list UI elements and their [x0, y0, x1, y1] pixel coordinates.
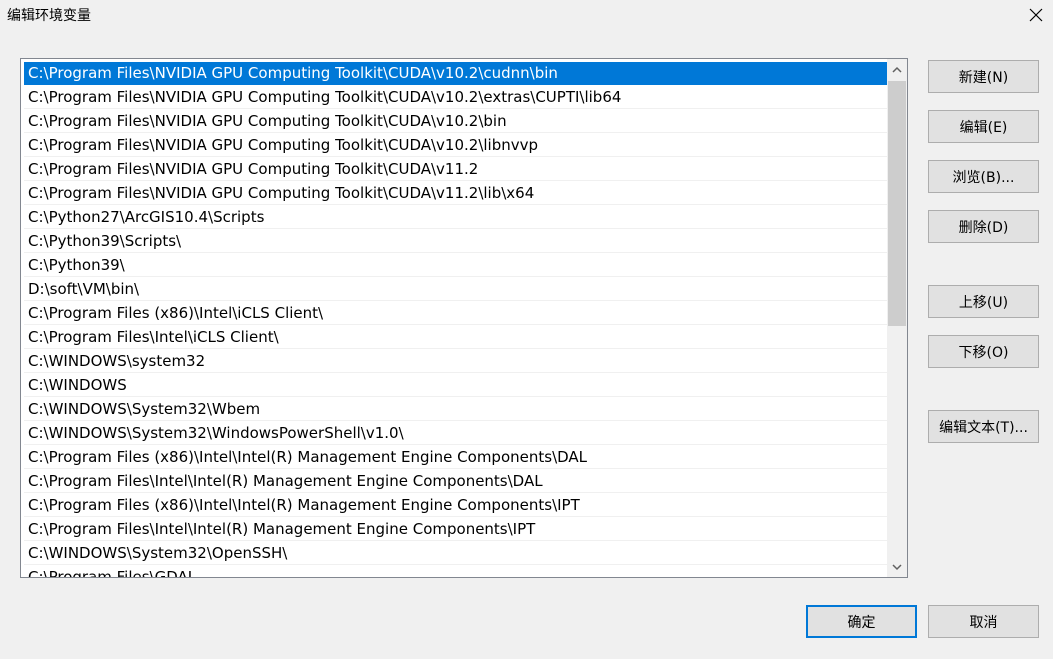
close-icon: [1029, 8, 1043, 22]
chevron-up-icon: [892, 66, 902, 73]
path-list-item[interactable]: C:\Program Files\Intel\Intel(R) Manageme…: [24, 470, 887, 493]
browse-button[interactable]: 浏览(B)...: [928, 160, 1039, 193]
path-list-item[interactable]: C:\Python39\: [24, 254, 887, 277]
path-list-item[interactable]: C:\Program Files\NVIDIA GPU Computing To…: [24, 62, 887, 85]
path-list-item[interactable]: C:\WINDOWS\System32\Wbem: [24, 398, 887, 421]
path-list-item[interactable]: D:\soft\VM\bin\: [24, 278, 887, 301]
edit-text-button[interactable]: 编辑文本(T)...: [928, 410, 1039, 443]
vertical-scrollbar[interactable]: [887, 59, 907, 577]
path-list-item[interactable]: C:\Program Files\Intel\iCLS Client\: [24, 326, 887, 349]
path-list-item[interactable]: C:\Program Files (x86)\Intel\Intel(R) Ma…: [24, 494, 887, 517]
scroll-thumb[interactable]: [888, 81, 906, 326]
path-list-item[interactable]: C:\Program Files\NVIDIA GPU Computing To…: [24, 182, 887, 205]
close-button[interactable]: [1022, 2, 1050, 28]
path-list-item[interactable]: C:\WINDOWS\System32\WindowsPowerShell\v1…: [24, 422, 887, 445]
path-list-item[interactable]: C:\Program Files\NVIDIA GPU Computing To…: [24, 134, 887, 157]
edit-button[interactable]: 编辑(E): [928, 110, 1039, 143]
path-list-item[interactable]: C:\Program Files (x86)\Intel\Intel(R) Ma…: [24, 446, 887, 469]
chevron-down-icon: [892, 563, 902, 570]
path-list[interactable]: C:\Program Files\NVIDIA GPU Computing To…: [21, 59, 887, 577]
move-down-button[interactable]: 下移(O): [928, 335, 1039, 368]
delete-button[interactable]: 删除(D): [928, 210, 1039, 243]
new-button[interactable]: 新建(N): [928, 60, 1039, 93]
scroll-up-button[interactable]: [887, 59, 907, 79]
path-list-item[interactable]: C:\Python27\ArcGIS10.4\Scripts: [24, 206, 887, 229]
cancel-button[interactable]: 取消: [928, 605, 1039, 638]
dialog-title: 编辑环境变量: [7, 8, 91, 24]
scroll-down-button[interactable]: [887, 557, 907, 577]
ok-button[interactable]: 确定: [806, 605, 917, 638]
move-up-button[interactable]: 上移(U): [928, 285, 1039, 318]
path-list-item[interactable]: C:\Program Files\NVIDIA GPU Computing To…: [24, 86, 887, 109]
path-list-item[interactable]: C:\Program Files (x86)\Intel\iCLS Client…: [24, 302, 887, 325]
path-list-item[interactable]: C:\WINDOWS\system32: [24, 350, 887, 373]
path-list-item[interactable]: C:\Python39\Scripts\: [24, 230, 887, 253]
path-list-item[interactable]: C:\Program Files\GDAL: [24, 566, 887, 577]
path-list-item[interactable]: C:\Program Files\Intel\Intel(R) Manageme…: [24, 518, 887, 541]
edit-environment-variable-dialog: 编辑环境变量 C:\Program Files\NVIDIA GPU Compu…: [0, 0, 1053, 659]
path-list-item[interactable]: C:\Program Files\NVIDIA GPU Computing To…: [24, 110, 887, 133]
path-list-item[interactable]: C:\WINDOWS\System32\OpenSSH\: [24, 542, 887, 565]
path-list-item[interactable]: C:\Program Files\NVIDIA GPU Computing To…: [24, 158, 887, 181]
path-list-box: C:\Program Files\NVIDIA GPU Computing To…: [20, 58, 908, 578]
path-list-item[interactable]: C:\WINDOWS: [24, 374, 887, 397]
